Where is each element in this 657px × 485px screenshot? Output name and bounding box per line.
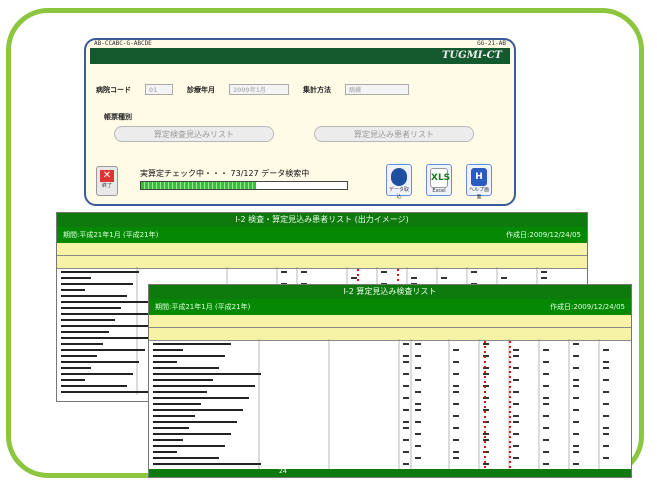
data-import-label: データ取込 (388, 187, 409, 200)
report-front-footer: 24 (149, 468, 631, 477)
status-text: 実算定チェック中・・・ 73/127 データ検索中 (140, 169, 310, 178)
exit-label: 終了 (101, 183, 112, 189)
report-type-label: 帳票種別 (104, 113, 132, 121)
progress-fill (141, 182, 257, 189)
report-front-date: 作成日:2009/12/24/05 (550, 303, 625, 311)
help-button[interactable]: H ヘルプ画面 (466, 164, 492, 200)
year-label: 診療年月 (187, 85, 215, 94)
app-window: AB-CCABC-G-ABCDE GG-21-AB TUGMI-CT 病院コード… (84, 38, 516, 206)
report-back-column-header (57, 243, 587, 256)
help-label: ヘルプ画面 (468, 187, 489, 200)
progress-bar (140, 181, 348, 190)
excel-icon: XLS (430, 168, 450, 188)
exam-list-button[interactable]: 算定検査見込みリスト (114, 126, 274, 142)
dept-label: 病院コード (96, 85, 131, 94)
app-code-left: AB-CCABC-G-ABCDE (94, 40, 152, 47)
report-front-column-header (149, 315, 631, 328)
app-code-right: GG-21-AB (477, 40, 506, 47)
dept-select[interactable]: 01 (145, 84, 173, 95)
report-back-title: Ⅰ-2 検査・算定見込み患者リスト (出力イメージ) (57, 213, 587, 227)
report-preview-front: Ⅰ-2 算定見込み検査リスト 期間:平成21年1月 (平成21年) 作成日:20… (148, 284, 632, 478)
excel-label: Excel (432, 188, 446, 194)
data-import-button[interactable]: データ取込 (386, 164, 412, 200)
report-footer-number: 24 (279, 468, 287, 475)
year-select[interactable]: 2009年1月 (229, 84, 289, 95)
report-front-subheader: 期間:平成21年1月 (平成21年) 作成日:2009/12/24/05 (149, 299, 631, 315)
close-icon: ✕ (100, 170, 114, 182)
help-icon: H (471, 168, 487, 186)
report-back-subheader: 期間:平成21年1月 (平成21年) 作成日:2009/12/24/05 (57, 227, 587, 243)
app-header-strip: AB-CCABC-G-ABCDE GG-21-AB (86, 40, 514, 48)
report-front-title: Ⅰ-2 算定見込み検査リスト (149, 285, 631, 299)
excel-button[interactable]: XLS Excel (426, 164, 452, 196)
patient-list-button[interactable]: 算定見込み患者リスト (314, 126, 474, 142)
method-select[interactable]: 病棟 (345, 84, 409, 95)
database-icon (391, 168, 407, 186)
app-title-bar: TUGMI-CT (90, 48, 510, 64)
report-back-period: 期間:平成21年1月 (平成21年) (63, 231, 159, 239)
report-front-period: 期間:平成21年1月 (平成21年) (155, 303, 251, 311)
criteria-row: 病院コード 01 診療年月 2009年1月 集計方法 病棟 (96, 84, 504, 95)
report-back-date: 作成日:2009/12/24/05 (506, 231, 581, 239)
report-front-table (153, 339, 609, 471)
method-label: 集計方法 (303, 85, 331, 94)
exit-button[interactable]: ✕ 終了 (96, 166, 118, 196)
